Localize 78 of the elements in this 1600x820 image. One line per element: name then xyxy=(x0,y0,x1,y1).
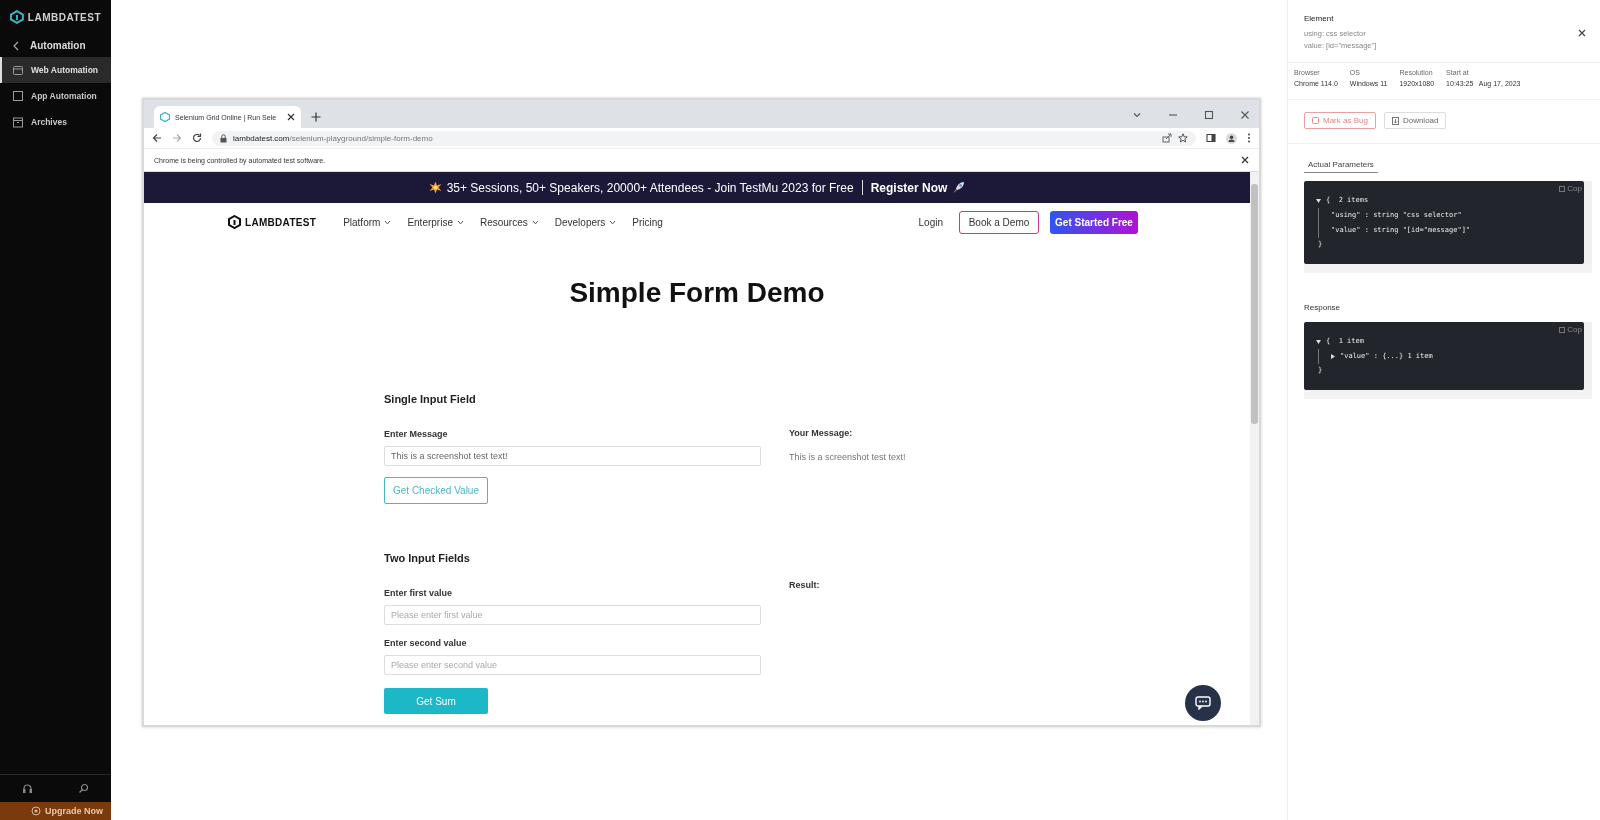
back-icon xyxy=(12,40,20,51)
scrollbar[interactable] xyxy=(1304,264,1592,273)
collapse-icon[interactable] xyxy=(1316,339,1321,344)
scrollbar[interactable] xyxy=(1304,390,1592,399)
parameters-tab[interactable]: Actual Parameters xyxy=(1304,160,1378,173)
back-arrow-icon[interactable] xyxy=(152,133,162,143)
sidebar-item[interactable]: Archives xyxy=(0,109,111,135)
page-title: Simple Form Demo xyxy=(568,277,826,309)
star-icon[interactable] xyxy=(1178,133,1188,143)
input-field[interactable]: Please enter second value xyxy=(384,655,761,675)
address-bar[interactable]: lambdatest.com/selenium-playground/simple-form-demo xyxy=(212,130,1196,146)
result-label: Your Message: xyxy=(789,428,854,438)
copy-icon xyxy=(1559,326,1566,333)
logo-text: LAMBDATEST xyxy=(27,11,101,23)
nav-link[interactable]: Resources xyxy=(479,216,539,228)
square-icon xyxy=(12,90,24,102)
search-icon[interactable] xyxy=(77,783,89,794)
chat-icon xyxy=(1195,696,1211,710)
field-label: Enter second value xyxy=(384,638,467,648)
chat-button[interactable] xyxy=(1185,685,1221,721)
field-label: Enter first value xyxy=(384,588,453,598)
logo-icon xyxy=(228,215,241,229)
headset-icon[interactable] xyxy=(22,783,34,794)
copy-button[interactable]: Cop xyxy=(1559,184,1582,193)
login-link[interactable]: Login xyxy=(918,216,943,228)
reload-icon[interactable] xyxy=(192,133,202,143)
archive-icon xyxy=(12,116,24,128)
expand-icon[interactable] xyxy=(1331,354,1335,359)
input-field[interactable]: This is a screenshot test text! xyxy=(384,446,761,466)
upgrade-button[interactable]: Upgrade Now xyxy=(0,802,111,820)
close-icon[interactable] xyxy=(287,113,295,121)
panel-title: Element xyxy=(1304,14,1335,23)
maximize-icon[interactable] xyxy=(1204,110,1214,120)
get-started-button[interactable]: Get Started Free xyxy=(1050,210,1138,234)
nav-link[interactable]: Pricing xyxy=(632,216,663,228)
download-button[interactable]: Download xyxy=(1383,112,1447,129)
browser-icon xyxy=(12,64,24,76)
scrollbar[interactable] xyxy=(1584,322,1592,390)
bug-icon xyxy=(1312,117,1319,124)
scrollbar[interactable] xyxy=(1250,172,1259,725)
sidebar-item[interactable]: Web Automation xyxy=(0,57,111,83)
download-icon xyxy=(1391,116,1399,125)
book-demo-button[interactable]: Book a Demo xyxy=(959,210,1039,234)
banner-text: 35+ Sessions, 50+ Speakers, 20000+ Attendees - Join TestMu 2023 for Free xyxy=(446,180,854,195)
sidebar-item[interactable]: App Automation xyxy=(0,83,111,109)
plus-icon[interactable] xyxy=(311,112,321,122)
section-label: Response xyxy=(1303,302,1342,314)
result-text: This is a screenshot test text! xyxy=(789,452,906,462)
chevron-down-icon[interactable] xyxy=(1132,110,1142,120)
nav-link[interactable]: Platform xyxy=(343,216,392,228)
help-icon xyxy=(31,806,41,816)
section-heading: Two Input Fields xyxy=(384,552,470,564)
copy-icon xyxy=(1559,185,1566,192)
url-text: lambdatest.com/selenium-playground/simple-form-demo xyxy=(233,133,433,143)
close-icon[interactable] xyxy=(1241,156,1249,164)
profile-icon[interactable] xyxy=(1226,132,1237,144)
share-icon[interactable] xyxy=(1162,133,1172,143)
section-heading: Single Input Field xyxy=(384,393,476,405)
logo-icon xyxy=(10,10,24,24)
logo-text: LAMBDATEST xyxy=(245,216,317,228)
close-icon[interactable] xyxy=(1240,110,1250,120)
field-label: Enter Message xyxy=(384,429,448,439)
favicon-icon xyxy=(160,112,170,122)
back-link[interactable]: Automation xyxy=(0,34,111,57)
copy-button[interactable]: Cop xyxy=(1559,325,1582,334)
burst-icon xyxy=(428,181,442,194)
register-link[interactable]: Register Now xyxy=(870,180,948,195)
nav-link[interactable]: Developers xyxy=(554,216,617,228)
collapse-icon[interactable] xyxy=(1316,198,1321,203)
nav-link[interactable]: Enterprise xyxy=(407,216,464,228)
result-label: Result: xyxy=(789,580,820,590)
scrollbar[interactable] xyxy=(1584,181,1592,264)
lock-icon xyxy=(220,133,227,143)
rocket-icon xyxy=(952,181,966,194)
input-field[interactable]: Please enter first value xyxy=(384,605,761,625)
side-panel-icon[interactable] xyxy=(1206,133,1216,143)
more-icon[interactable] xyxy=(1247,133,1251,143)
close-icon[interactable] xyxy=(1578,29,1586,37)
